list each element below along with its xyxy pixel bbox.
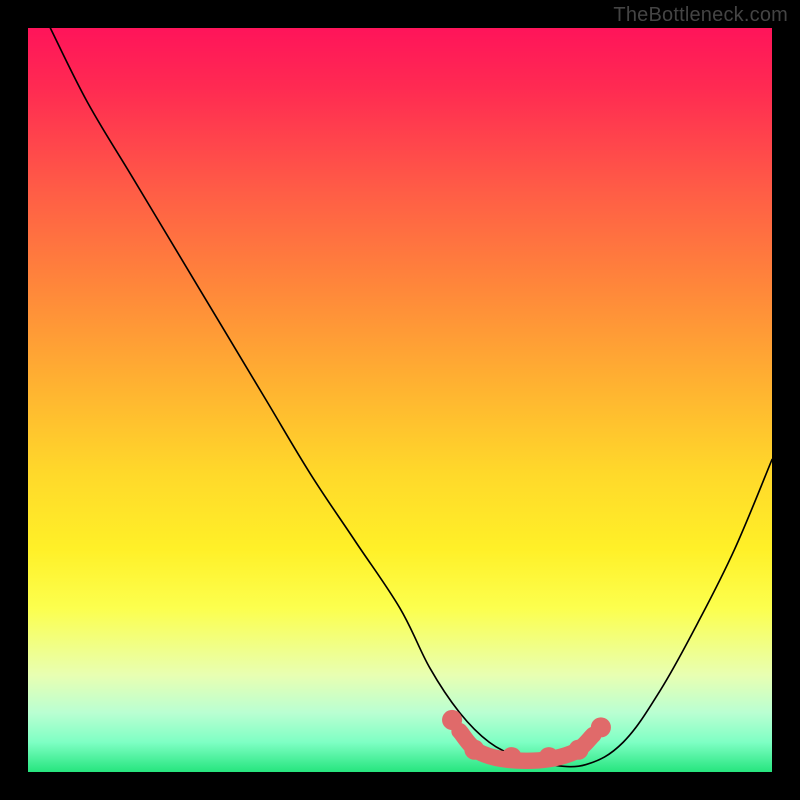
highlight-overlay [28, 28, 772, 772]
highlight-point [502, 747, 522, 767]
highlight-point [539, 747, 559, 767]
watermark-text: TheBottleneck.com [613, 4, 788, 27]
highlight-point [464, 740, 484, 760]
highlight-band [460, 731, 594, 761]
curve-path [50, 28, 772, 767]
highlight-point [442, 710, 462, 730]
bottleneck-curve [28, 28, 772, 772]
highlight-points-group [442, 710, 611, 767]
highlight-point [591, 717, 611, 737]
highlight-point [569, 740, 589, 760]
chart-plot-area [28, 28, 772, 772]
